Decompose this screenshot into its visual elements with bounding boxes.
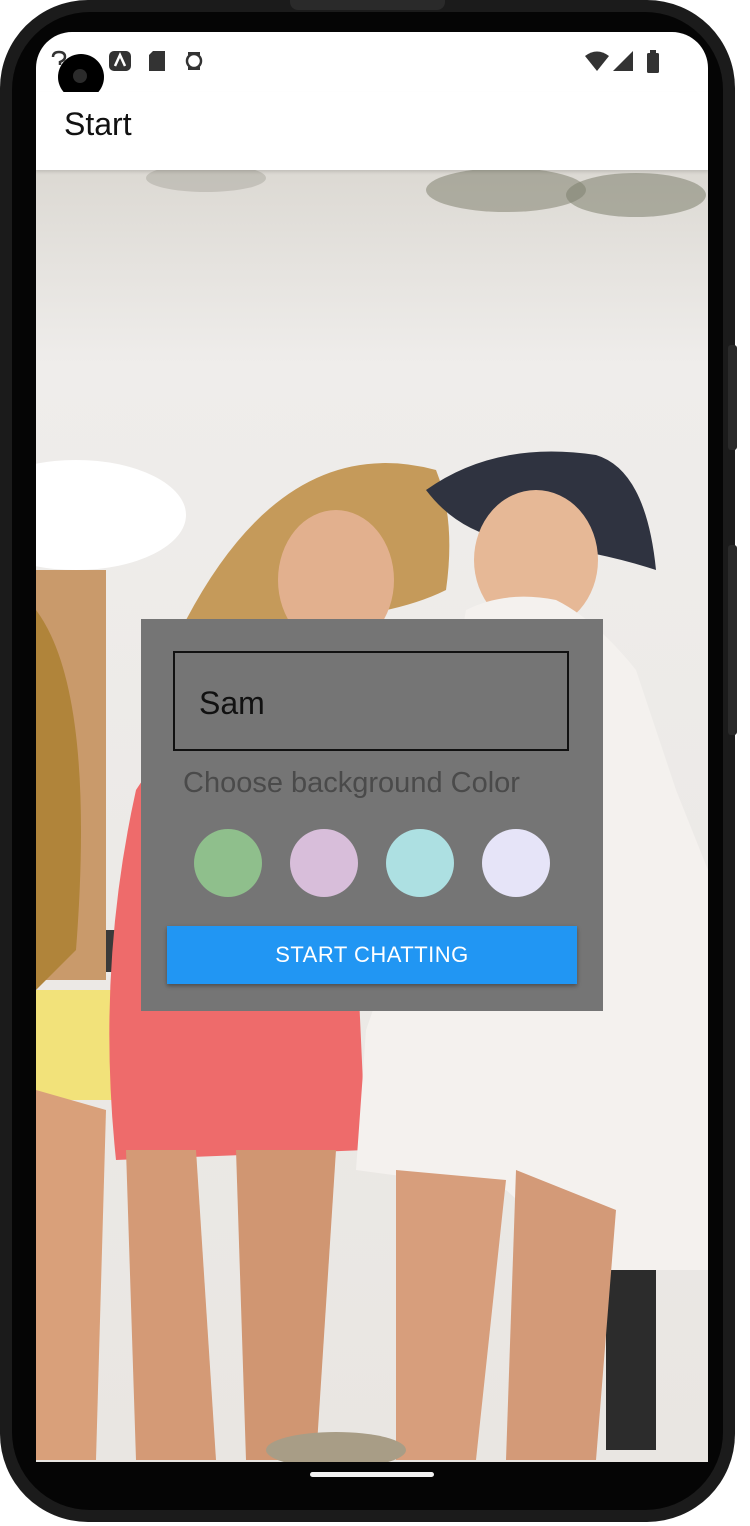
color-swatch-cyan[interactable] xyxy=(386,829,454,897)
speaker-grille xyxy=(290,0,445,10)
page-title: Start xyxy=(64,106,132,142)
color-swatch-lavender[interactable] xyxy=(482,829,550,897)
name-input-value: Sam xyxy=(199,685,265,721)
accessibility-icon xyxy=(184,50,204,72)
cellular-signal-icon xyxy=(612,50,634,72)
name-input[interactable]: Sam xyxy=(173,651,569,751)
color-swatch-pink[interactable] xyxy=(290,829,358,897)
wifi-icon xyxy=(584,50,610,72)
status-bar xyxy=(36,32,708,92)
power-button xyxy=(728,345,737,450)
android-studio-icon xyxy=(108,50,132,72)
color-swatch-green[interactable] xyxy=(194,829,262,897)
battery-icon xyxy=(646,50,660,74)
start-chatting-button[interactable]: START CHATTING xyxy=(167,926,577,984)
start-form-card: Sam Choose background Color START CHATTI… xyxy=(141,619,603,1011)
screen: Start Sam Choose background Color START … xyxy=(36,32,708,1462)
phone-frame: Start Sam Choose background Color START … xyxy=(0,0,737,1522)
home-indicator[interactable] xyxy=(310,1472,434,1477)
app-bar: Start xyxy=(36,92,708,170)
sd-card-icon xyxy=(148,50,166,72)
choose-color-label: Choose background Color xyxy=(183,767,520,799)
volume-button xyxy=(728,545,737,735)
